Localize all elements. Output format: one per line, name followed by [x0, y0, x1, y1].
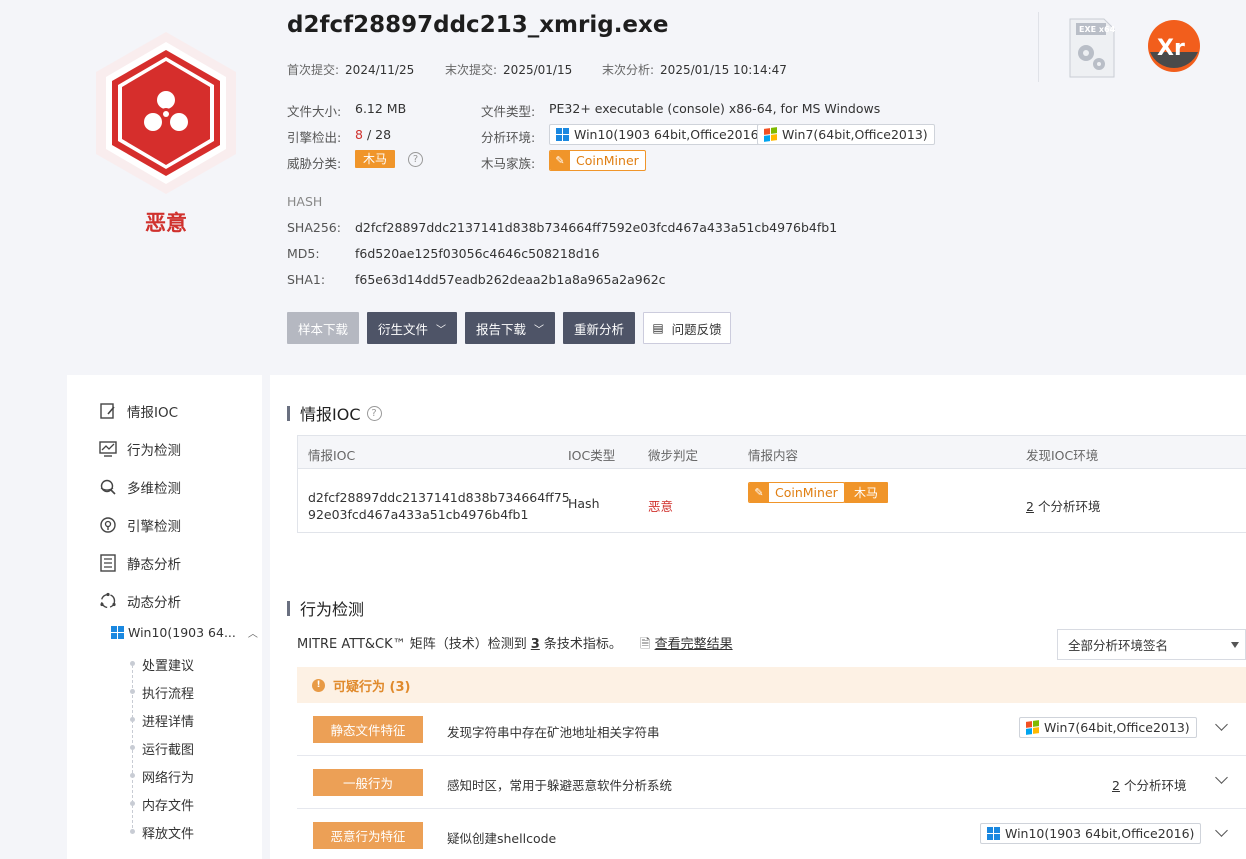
md5-label: MD5: — [287, 246, 320, 261]
env-count[interactable]: 2 个分析环境 — [1112, 775, 1186, 794]
ioc-family-tag[interactable]: ✎ CoinMiner — [748, 482, 845, 503]
sidebar-item-engine[interactable]: 引擎检测 — [99, 515, 181, 535]
sidebar-item-multidim[interactable]: 多维检测 — [99, 477, 181, 497]
chevron-down-icon[interactable] — [1215, 771, 1228, 784]
family-label: 木马家族: — [481, 156, 536, 171]
sidebar-item-ioc[interactable]: 情报IOC — [99, 401, 178, 421]
windows7-icon — [1026, 720, 1039, 735]
ioc-hash-value[interactable]: d2fcf28897ddc2137141d838b734664ff75 92e0… — [308, 489, 570, 523]
chart-monitor-icon — [99, 441, 117, 457]
chevron-up-icon: ︿ — [247, 629, 258, 640]
view-results-link[interactable]: 🗎 查看完整结果 — [640, 637, 733, 652]
sidebar-item-static[interactable]: 静态分析 — [99, 553, 181, 573]
sha1-label: SHA1: — [287, 272, 326, 287]
windows10-icon — [111, 626, 124, 639]
bookmark-icon: ✎ — [550, 151, 570, 170]
svg-text:EXE x64: EXE x64 — [1079, 25, 1116, 34]
verdict-label: 恶意 — [145, 211, 187, 235]
ioc-table-header: 情报IOC IOC类型 微步判定 情报内容 发现IOC环境 — [298, 436, 1246, 469]
sidebar-env-item[interactable]: Win10(1903 64... ︿ — [111, 625, 258, 640]
sub-item-memory[interactable]: 内存文件 — [142, 795, 194, 814]
sidebar-item-behavior[interactable]: 行为检测 — [99, 439, 181, 459]
windows10-icon — [556, 128, 569, 141]
env-tag-win7[interactable]: Win7(64bit,Office2013) — [757, 123, 935, 145]
sub-item-exec-flow[interactable]: 执行流程 — [142, 683, 194, 702]
ioc-table: 情报IOC IOC类型 微步判定 情报内容 发现IOC环境 d2fcf28897… — [297, 435, 1246, 533]
mitre-summary: MITRE ATT&CK™ 矩阵（技术）检测到 3 条技术指标。 🗎 查看完整结果 — [297, 637, 733, 652]
chevron-down-icon[interactable] — [1215, 824, 1228, 837]
last-submit: 末次提交: 2025/01/15 — [445, 63, 573, 77]
hash-title: HASH — [287, 194, 323, 209]
engine-label: 引擎检出: — [287, 130, 342, 145]
sha1-value: f65e63d14dd57eadb262deaa2b1a8a965a2a962c — [355, 272, 666, 287]
document-edit-icon — [100, 403, 115, 419]
feedback-doc-icon: ▤ — [652, 321, 664, 335]
windows7-icon — [764, 127, 777, 142]
caret-down-icon — [1231, 642, 1239, 648]
threat-label: 威胁分类: — [287, 156, 342, 171]
sha256-value: d2fcf28897ddc2137141d838b734664ff7592e03… — [355, 220, 838, 235]
bookmark-icon: ✎ — [749, 483, 769, 502]
sub-item-disposal[interactable]: 处置建议 — [142, 655, 194, 674]
help-icon[interactable]: ? — [366, 405, 382, 421]
sidebar: 情报IOC 行为检测 多维检测 引擎检测 静态分析 动态分析 Win10(190… — [67, 375, 262, 859]
svg-text:Xr: Xr — [1157, 36, 1185, 61]
threat-tag: 木马 — [355, 150, 396, 168]
family-tag[interactable]: ✎ CoinMiner — [549, 150, 646, 171]
sidebar-item-dynamic[interactable]: 动态分析 — [99, 591, 181, 611]
app-logo-icon: Xr — [1146, 18, 1202, 78]
header-divider — [1038, 12, 1039, 82]
last-analysis: 末次分析: 2025/01/15 10:14:47 — [602, 63, 787, 77]
sub-item-process[interactable]: 进程详情 — [142, 711, 194, 730]
sha256-label: SHA256: — [287, 220, 341, 235]
ioc-section-title: 情报IOC ? — [287, 401, 382, 425]
env-tag-win10[interactable]: Win10(1903 64bit,Office2016) — [549, 123, 771, 145]
malicious-badge-icon — [90, 28, 242, 198]
md5-value: f6d520ae125f03056c4646c508218d16 — [355, 246, 600, 261]
cycle-icon — [100, 592, 116, 609]
multi-scan-icon — [100, 479, 116, 495]
main-panel: 情报IOC ? 情报IOC IOC类型 微步判定 情报内容 发现IOC环境 d2… — [270, 375, 1246, 859]
chevron-down-icon: ﹀ — [436, 324, 446, 336]
list-item[interactable]: 静态文件特征 发现字符串中存在矿池地址相关字符串 Win7(64bit,Offi… — [297, 703, 1246, 756]
suspicious-header[interactable]: ! 可疑行为 (3) — [297, 667, 1246, 703]
engine-icon — [100, 517, 116, 533]
report-download-button[interactable]: 报告下载 ﹀ — [465, 312, 555, 344]
windows10-icon — [987, 827, 1000, 840]
env-tag-win10: Win10(1903 64bit,Office2016) — [980, 822, 1202, 844]
chevron-down-icon: ﹀ — [534, 324, 544, 336]
list-item[interactable]: 一般行为 感知时区，常用于躲避恶意软件分析系统 2 个分析环境 — [297, 756, 1246, 809]
list-doc-icon — [100, 554, 116, 572]
file-size-value: 6.12 MB — [355, 101, 407, 116]
derived-files-button[interactable]: 衍生文件 ﹀ — [367, 312, 457, 344]
file-type-value: PE32+ executable (console) x86-64, for M… — [549, 101, 881, 116]
help-icon[interactable]: ? — [408, 152, 423, 167]
chevron-down-icon[interactable] — [1215, 718, 1228, 731]
feedback-button[interactable]: ▤ 问题反馈 — [643, 312, 731, 344]
env-label: 分析环境: — [481, 130, 536, 145]
file-name-title: d2fcf28897ddc213_xmrig.exe — [287, 12, 669, 38]
warning-icon: ! — [312, 678, 325, 692]
download-sample-button[interactable]: 样本下载 — [287, 312, 359, 344]
env-tag-win7: Win7(64bit,Office2013) — [1019, 716, 1197, 738]
behavior-section-title: 行为检测 — [287, 596, 364, 620]
sub-item-screenshot[interactable]: 运行截图 — [142, 739, 194, 758]
first-submit: 首次提交: 2024/11/25 — [287, 63, 415, 77]
env-filter-select[interactable]: 全部分析环境签名 — [1057, 629, 1246, 660]
sub-item-network[interactable]: 网络行为 — [142, 767, 194, 786]
search-doc-icon: 🗎 — [639, 637, 651, 652]
table-row: d2fcf28897ddc2137141d838b734664ff75 92e0… — [298, 469, 1246, 533]
sub-item-released[interactable]: 释放文件 — [142, 823, 194, 842]
list-item[interactable]: 恶意行为特征 疑似创建shellcode Win10(1903 64bit,Of… — [297, 809, 1246, 859]
exe-file-icon: EXE x64 — [1068, 17, 1116, 83]
file-type-label: 文件类型: — [481, 104, 536, 119]
engine-detect-value: 8 / 28 — [355, 127, 392, 142]
reanalyze-button[interactable]: 重新分析 — [563, 312, 635, 344]
file-size-label: 文件大小: — [287, 104, 342, 119]
ioc-env-count[interactable]: 2 个分析环境 — [1026, 496, 1100, 515]
